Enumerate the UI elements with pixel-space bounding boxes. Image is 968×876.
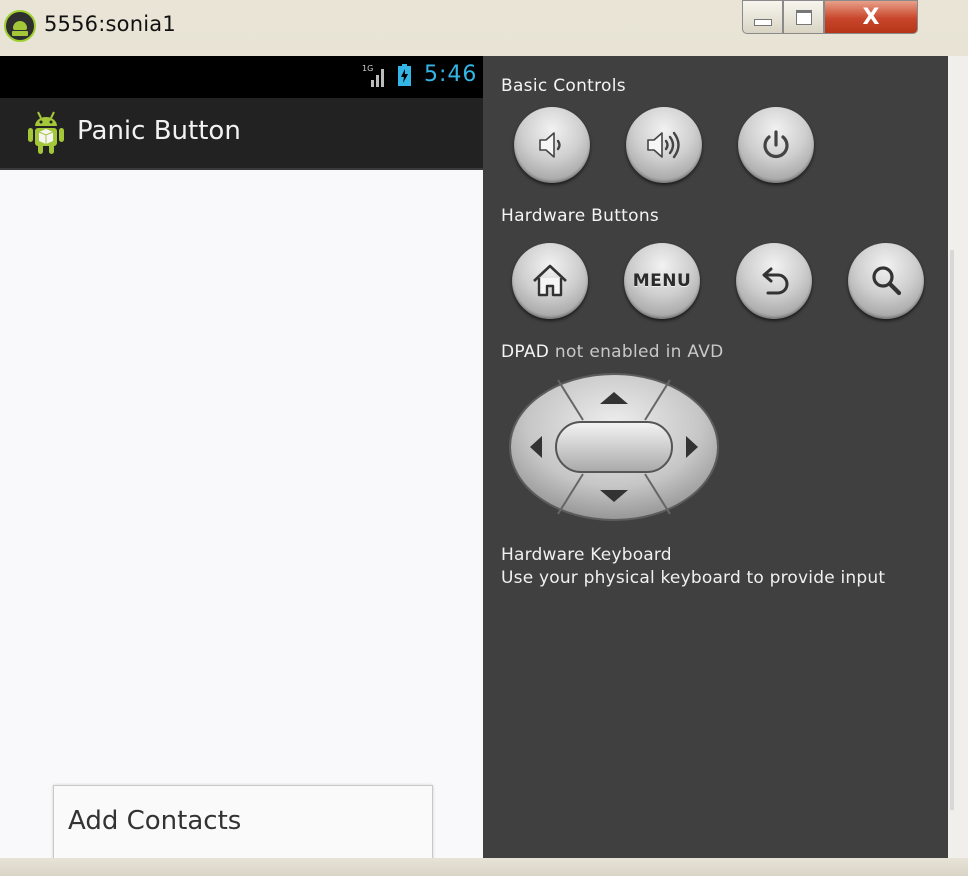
back-icon: [762, 267, 789, 295]
close-button[interactable]: X: [824, 0, 918, 34]
window-controls: X: [742, 0, 918, 36]
dpad-control: [509, 373, 719, 521]
power-button[interactable]: [738, 107, 814, 183]
android-robot-icon: [28, 111, 64, 154]
home-icon: [533, 264, 567, 297]
dpad-center-button[interactable]: [555, 421, 673, 473]
status-bar: 1G 5:46: [0, 56, 483, 98]
hardware-buttons-heading: Hardware Buttons: [501, 206, 660, 226]
popup-menu: Add Contacts: [53, 785, 433, 858]
menu-button-label: MENU: [632, 271, 692, 291]
keyboard-description: Use your physical keyboard to provide in…: [501, 568, 886, 588]
basic-controls-heading: Basic Controls: [501, 76, 626, 96]
power-icon: [763, 130, 789, 159]
dpad-note: not enabled in AVD: [554, 342, 724, 362]
back-button[interactable]: [736, 243, 812, 319]
volume-down-icon: [539, 132, 561, 158]
menu-button[interactable]: MENU: [624, 243, 700, 319]
action-bar: Panic Button: [0, 98, 483, 170]
search-button[interactable]: [848, 243, 924, 319]
volume-up-icon: [647, 131, 680, 159]
window-title: 5556:sonia1: [44, 12, 176, 36]
close-icon: X: [862, 4, 880, 30]
status-clock: 5:46: [424, 62, 478, 87]
signal-icon: 1G: [362, 64, 384, 87]
minimize-button[interactable]: [742, 0, 783, 34]
scrollbar-track[interactable]: [950, 250, 954, 810]
menu-item-add-contacts[interactable]: Add Contacts: [68, 806, 241, 836]
minimize-icon: [753, 18, 772, 26]
search-icon: [872, 266, 902, 296]
app-title: Panic Button: [77, 116, 241, 146]
window-bottom-edge: [0, 858, 968, 876]
maximize-button[interactable]: [783, 0, 824, 34]
network-type-label: 1G: [362, 64, 373, 73]
volume-down-button[interactable]: [514, 107, 590, 183]
dpad-heading: DPAD not enabled in AVD: [501, 342, 724, 362]
maximize-icon: [795, 9, 812, 25]
home-button[interactable]: [512, 243, 588, 319]
keyboard-heading: Hardware Keyboard: [501, 545, 672, 565]
battery-icon: [398, 64, 411, 86]
android-head-icon: [4, 10, 36, 42]
volume-up-button[interactable]: [626, 107, 702, 183]
device-screen[interactable]: 1G 5:46 Panic Button Add Contacts: [0, 56, 483, 858]
window-titlebar[interactable]: 5556:sonia1 X: [0, 0, 968, 56]
keyboard-info: Hardware Keyboard Use your physical keyb…: [501, 544, 885, 590]
dpad-label: DPAD: [501, 342, 550, 362]
